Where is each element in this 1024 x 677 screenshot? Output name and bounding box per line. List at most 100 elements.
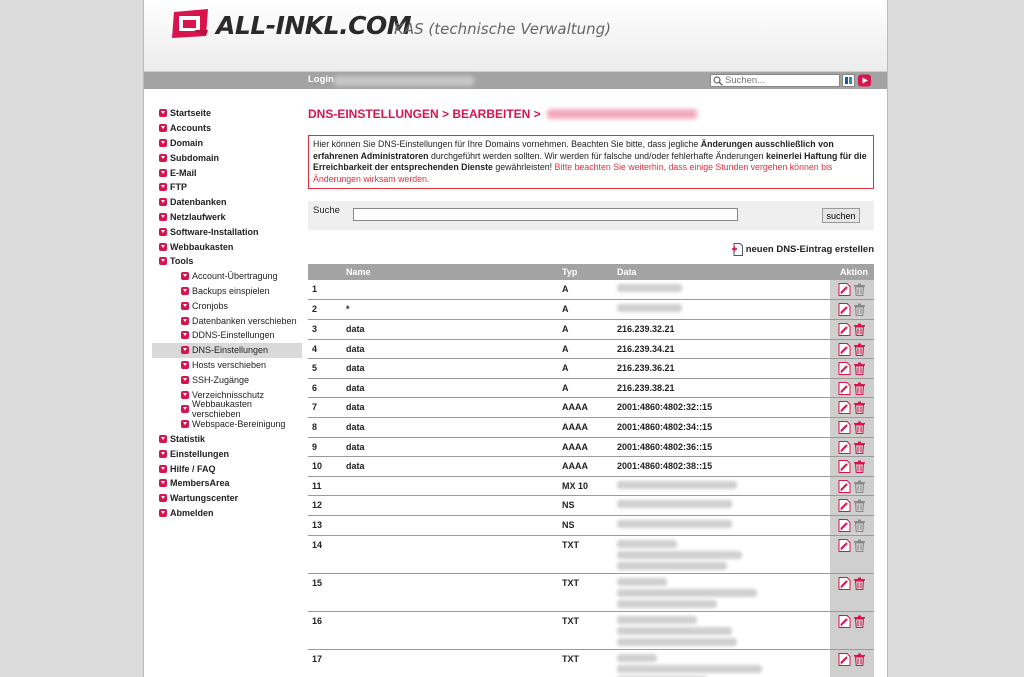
sidebar-item[interactable]: Statistik xyxy=(152,432,302,447)
sidebar-item[interactable]: Backups einspielen xyxy=(152,284,302,299)
cell-nr: 9 xyxy=(308,437,342,458)
sidebar-item[interactable]: Hosts verschieben xyxy=(152,358,302,373)
table-row[interactable]: 12 NS xyxy=(308,495,874,516)
sidebar-item[interactable]: Software-Installation xyxy=(152,224,302,239)
edit-icon[interactable] xyxy=(838,652,851,666)
edit-icon[interactable] xyxy=(838,303,851,317)
global-search-input[interactable] xyxy=(723,75,835,86)
cell-type: A xyxy=(558,358,613,379)
sidebar-item[interactable]: Netzlaufwerk xyxy=(152,210,302,225)
edit-icon[interactable] xyxy=(838,401,851,415)
delete-icon[interactable] xyxy=(853,615,866,628)
dns-search-input[interactable] xyxy=(353,208,738,222)
sidebar-item[interactable]: Account-Übertragung xyxy=(152,269,302,284)
delete-icon[interactable] xyxy=(853,362,866,376)
table-row[interactable]: 9 data AAAA 2001:4860:4802:36::15 xyxy=(308,437,874,458)
menu-arrow-icon xyxy=(159,227,167,236)
edit-icon[interactable] xyxy=(838,460,851,474)
table-row[interactable]: 17 TXT xyxy=(308,649,874,677)
delete-icon[interactable] xyxy=(853,460,866,474)
sidebar-item[interactable]: Webbaukasten verschieben xyxy=(152,399,302,419)
cell-name xyxy=(342,476,558,497)
sidebar-item-label: E-Mail xyxy=(170,167,197,178)
sidebar-item[interactable]: MembersArea xyxy=(152,476,302,491)
sidebar-item[interactable]: FTP xyxy=(152,180,302,195)
sidebar-item[interactable]: Datenbanken xyxy=(152,195,302,210)
sidebar-item[interactable]: Webbaukasten xyxy=(152,239,302,254)
sidebar-item[interactable]: E-Mail xyxy=(152,165,302,180)
edit-icon[interactable] xyxy=(838,614,851,628)
edit-icon[interactable] xyxy=(838,323,851,337)
sidebar-item-label: Backups einspielen xyxy=(192,285,270,296)
cell-actions xyxy=(830,476,874,497)
redacted-value xyxy=(617,599,717,608)
sidebar-item[interactable]: Abmelden xyxy=(152,506,302,521)
logo-icon xyxy=(172,9,208,38)
sidebar-item[interactable]: Domain xyxy=(152,136,302,151)
table-row[interactable]: 8 data AAAA 2001:4860:4802:34::15 xyxy=(308,417,874,438)
table-row[interactable]: 16 TXT xyxy=(308,611,874,650)
edit-icon[interactable] xyxy=(838,519,851,532)
table-row[interactable]: 1A xyxy=(308,280,874,301)
sidebar-item[interactable]: SSH-Zugänge xyxy=(152,372,302,387)
create-dns-entry-link[interactable]: neuen DNS-Eintrag erstellen xyxy=(308,241,874,257)
video-icon[interactable] xyxy=(858,74,871,87)
table-row[interactable]: 11 MX 10 xyxy=(308,476,874,497)
table-row[interactable]: 7 data AAAA 2001:4860:4802:32::15 xyxy=(308,397,874,419)
edit-icon[interactable] xyxy=(838,421,851,435)
edit-icon[interactable] xyxy=(838,576,851,590)
search-button[interactable]: suchen xyxy=(822,208,860,224)
edit-icon[interactable] xyxy=(838,479,851,493)
delete-icon[interactable] xyxy=(853,421,866,435)
table-row[interactable]: 13 NS xyxy=(308,515,874,536)
delete-icon[interactable] xyxy=(853,323,866,337)
help-icon[interactable] xyxy=(842,74,855,87)
delete-icon[interactable] xyxy=(853,382,866,395)
sidebar-item[interactable]: Tools xyxy=(152,254,302,269)
sidebar-item[interactable]: Wartungscenter xyxy=(152,491,302,506)
edit-icon[interactable] xyxy=(838,499,851,513)
notice-text: gewährleisten! xyxy=(492,162,555,173)
cell-type: AAAA xyxy=(558,417,613,438)
sidebar-item[interactable]: Accounts xyxy=(152,121,302,136)
table-row[interactable]: 10 data AAAA 2001:4860:4802:38::15 xyxy=(308,456,874,477)
delete-icon[interactable] xyxy=(853,343,866,356)
edit-icon[interactable] xyxy=(838,362,851,376)
table-row[interactable]: 2 * A xyxy=(308,299,874,321)
sidebar-item[interactable]: Webspace-Bereinigung xyxy=(152,417,302,432)
menu-arrow-icon xyxy=(159,479,167,488)
delete-icon[interactable] xyxy=(853,577,866,590)
redacted-value xyxy=(617,539,677,548)
cell-name: data xyxy=(342,456,558,477)
menu-arrow-icon xyxy=(181,316,189,325)
cell-type: MX 10 xyxy=(558,476,613,497)
table-row[interactable]: 6 data A 216.239.38.21 xyxy=(308,378,874,399)
delete-icon[interactable] xyxy=(853,401,866,415)
sidebar-item[interactable]: Hilfe / FAQ xyxy=(152,461,302,476)
sidebar-item[interactable]: Subdomain xyxy=(152,150,302,165)
edit-icon[interactable] xyxy=(838,440,851,454)
sidebar-item[interactable]: DDNS-Einstellungen xyxy=(152,328,302,343)
table-header: Name Typ Data Aktion xyxy=(308,264,874,281)
sidebar-item[interactable]: Cronjobs xyxy=(152,298,302,313)
table-row[interactable]: 15 TXT xyxy=(308,573,874,612)
sidebar-item[interactable]: Datenbanken verschieben xyxy=(152,313,302,328)
sidebar-item[interactable]: DNS-Einstellungen xyxy=(152,342,302,358)
edit-icon[interactable] xyxy=(838,283,851,297)
edit-icon[interactable] xyxy=(838,381,851,395)
sidebar-item[interactable]: Startseite xyxy=(152,106,302,121)
table-row[interactable]: 4 data A 216.239.34.21 xyxy=(308,339,874,360)
delete-icon[interactable] xyxy=(853,653,866,666)
table-row[interactable]: 5 data A 216.239.36.21 xyxy=(308,358,874,379)
table-row[interactable]: 14 TXT xyxy=(308,535,874,574)
menu-arrow-icon xyxy=(159,508,167,517)
menu-arrow-icon xyxy=(159,153,167,162)
redacted-value xyxy=(617,664,762,673)
sidebar-item-label: Accounts xyxy=(170,123,212,134)
redacted-value xyxy=(617,550,742,559)
edit-icon[interactable] xyxy=(838,342,851,356)
table-row[interactable]: 3 data A 216.239.32.21 xyxy=(308,319,874,340)
delete-icon[interactable] xyxy=(853,441,866,454)
sidebar-item[interactable]: Einstellungen xyxy=(152,446,302,461)
edit-icon[interactable] xyxy=(838,538,851,552)
